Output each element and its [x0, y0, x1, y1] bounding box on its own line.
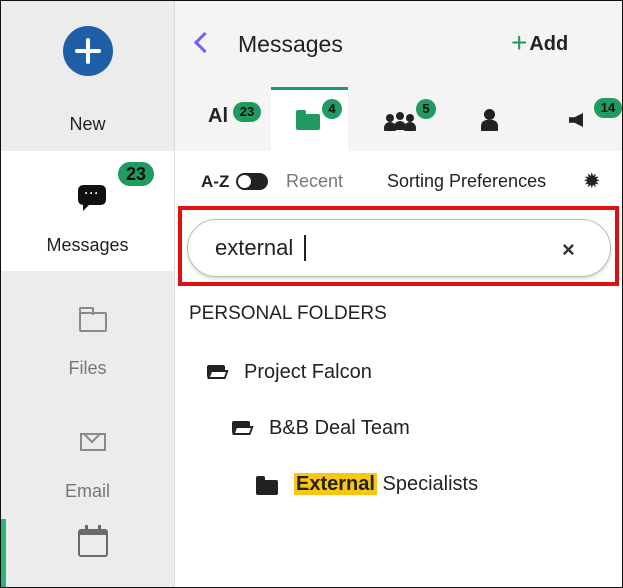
folder-label: External Specialists — [294, 473, 478, 496]
sort-toggle[interactable] — [236, 173, 268, 190]
folder-icon — [256, 476, 278, 495]
folder-item-external-specialists[interactable]: External Specialists — [256, 471, 616, 501]
text-caret — [304, 235, 306, 261]
calendar-icon[interactable] — [78, 525, 108, 557]
page-title: Messages — [238, 31, 343, 57]
tab-broadcast-badge: 14 — [594, 98, 622, 118]
search-input[interactable] — [215, 233, 515, 263]
folder-label: Project Falcon — [244, 361, 372, 383]
folder-icon[interactable] — [79, 307, 107, 332]
files-label[interactable]: Files — [1, 358, 174, 379]
folder-icon[interactable] — [296, 110, 320, 130]
search-match-highlight: External — [294, 473, 377, 495]
messages-label[interactable]: Messages — [1, 235, 174, 256]
tab-folders-badge: 4 — [322, 99, 342, 119]
folder-label: B&B Deal Team — [269, 417, 410, 439]
tab-all[interactable]: Al — [208, 105, 228, 128]
open-folder-icon — [207, 365, 229, 379]
open-folder-icon — [232, 421, 254, 435]
email-label[interactable]: Email — [1, 481, 174, 502]
add-button[interactable]: + Add — [511, 29, 569, 57]
person-icon[interactable] — [479, 107, 501, 131]
gear-icon[interactable]: ✹ — [583, 171, 601, 192]
new-label[interactable]: New — [1, 114, 174, 135]
sort-az-label: A-Z — [201, 172, 230, 191]
app-window: New ··· 23 Messages Files Email Messages… — [0, 0, 623, 588]
folder-item-project-falcon[interactable]: Project Falcon — [201, 359, 601, 389]
envelope-icon[interactable] — [80, 433, 106, 451]
rail-active-accent — [1, 519, 6, 587]
messages-count-badge: 23 — [118, 162, 154, 186]
sorting-preferences-link[interactable]: Sorting Preferences — [387, 171, 546, 192]
tab-all-badge: 23 — [233, 102, 261, 122]
folder-label-rest: Specialists — [376, 473, 479, 495]
group-icon[interactable] — [382, 109, 418, 131]
add-label: Add — [529, 33, 569, 55]
clear-search-button[interactable]: × — [562, 239, 575, 261]
new-button[interactable] — [63, 26, 113, 76]
sort-recent-label: Recent — [286, 171, 344, 191]
plus-icon: + — [511, 27, 528, 58]
tab-groups-badge: 5 — [416, 99, 436, 119]
chat-bubble-icon[interactable]: ··· — [78, 185, 106, 211]
folder-item-bb-deal-team[interactable]: B&B Deal Team — [229, 415, 609, 445]
section-title: PERSONAL FOLDERS — [189, 303, 387, 324]
